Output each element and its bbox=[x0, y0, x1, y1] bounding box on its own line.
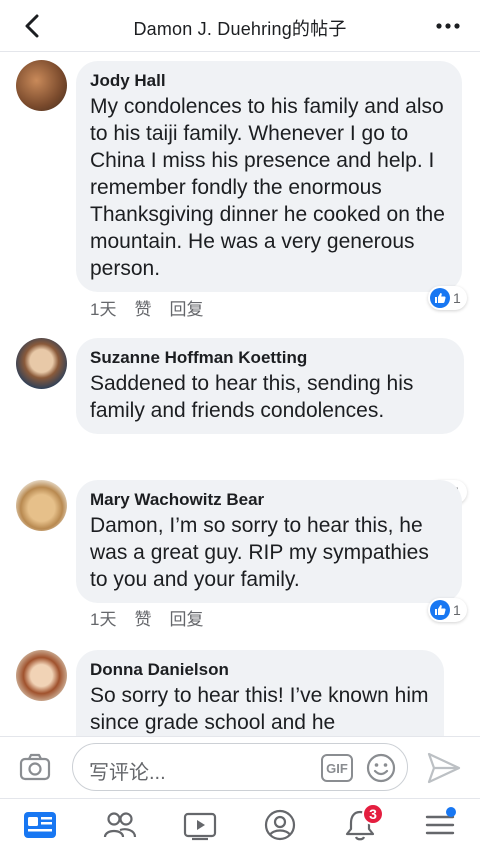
gif-button[interactable]: GIF bbox=[321, 754, 353, 782]
comment-bubble[interactable]: Suzanne Hoffman Koetting Saddened to hea… bbox=[76, 338, 464, 434]
comment-author[interactable]: Suzanne Hoffman Koetting bbox=[90, 348, 450, 368]
comment-time: 1天 bbox=[90, 300, 117, 319]
reaction-badge[interactable]: 1 bbox=[428, 286, 467, 310]
camera-icon bbox=[19, 753, 51, 781]
watch-icon bbox=[183, 812, 217, 841]
avatar[interactable] bbox=[16, 60, 67, 111]
comment-text: Saddened to hear this, sending his famil… bbox=[90, 372, 414, 422]
reply-button[interactable]: 回复 bbox=[169, 295, 203, 320]
avatar[interactable] bbox=[16, 650, 67, 701]
comment-input-placeholder: 写评论... bbox=[89, 762, 166, 784]
tab-menu[interactable] bbox=[420, 807, 460, 843]
like-button[interactable]: 赞 bbox=[134, 605, 151, 630]
avatar[interactable] bbox=[16, 480, 67, 531]
comment-author[interactable]: Mary Wachowitz Bear bbox=[90, 490, 448, 510]
comment-text: So sorry to hear this! I’ve known him si… bbox=[90, 684, 429, 734]
bottom-tab-bar: 3 bbox=[0, 798, 480, 853]
emoji-icon bbox=[366, 753, 396, 783]
thumbs-up-icon bbox=[430, 600, 450, 620]
comment-input[interactable]: 写评论... GIF bbox=[72, 743, 408, 791]
tab-friends[interactable] bbox=[100, 807, 140, 843]
tab-watch[interactable] bbox=[180, 807, 220, 843]
tab-notifications[interactable]: 3 bbox=[340, 803, 384, 843]
comment-bubble[interactable]: Donna Danielson So sorry to hear this! I… bbox=[76, 650, 444, 736]
avatar[interactable] bbox=[16, 338, 67, 389]
comment-actions: 1天 赞 回复 bbox=[90, 295, 203, 320]
emoji-button[interactable] bbox=[365, 752, 397, 784]
tab-news-feed[interactable] bbox=[20, 807, 60, 843]
page-title: Damon J. Duehring的帖子 bbox=[133, 19, 347, 39]
send-icon bbox=[427, 752, 461, 784]
comment-actions: 1天 赞 回复 bbox=[90, 605, 203, 630]
reaction-badge[interactable]: 1 bbox=[428, 598, 467, 622]
like-button[interactable]: 赞 bbox=[134, 295, 151, 320]
camera-button[interactable] bbox=[18, 751, 52, 785]
friends-icon bbox=[103, 812, 137, 838]
more-dots-icon bbox=[436, 23, 460, 29]
reply-button[interactable]: 回复 bbox=[169, 605, 203, 630]
comment-time: 1天 bbox=[90, 610, 117, 629]
reaction-count: 1 bbox=[453, 602, 461, 618]
comment-author[interactable]: Jody Hall bbox=[90, 71, 448, 91]
notification-badge: 3 bbox=[362, 803, 384, 825]
news-feed-icon bbox=[24, 812, 56, 838]
thumbs-up-icon bbox=[430, 288, 450, 308]
comment-list[interactable]: Jody Hall My condolences to his family a… bbox=[0, 52, 480, 736]
comment-text: My condolences to his family and also to… bbox=[90, 95, 445, 280]
tab-profile[interactable] bbox=[260, 807, 300, 843]
comment-bubble[interactable]: Mary Wachowitz Bear Damon, I’m so sorry … bbox=[76, 480, 462, 603]
top-bar: Damon J. Duehring的帖子 bbox=[0, 0, 480, 52]
comment-author[interactable]: Donna Danielson bbox=[90, 660, 430, 680]
menu-dot-badge bbox=[446, 807, 456, 817]
reaction-count: 1 bbox=[453, 290, 461, 306]
comment-bubble[interactable]: Jody Hall My condolences to his family a… bbox=[76, 61, 462, 292]
send-button[interactable] bbox=[426, 751, 462, 785]
profile-icon bbox=[264, 809, 296, 841]
comment-composer: 写评论... GIF bbox=[0, 736, 480, 798]
more-options-button[interactable] bbox=[434, 12, 462, 40]
comment-text: Damon, I’m so sorry to hear this, he was… bbox=[90, 514, 429, 591]
